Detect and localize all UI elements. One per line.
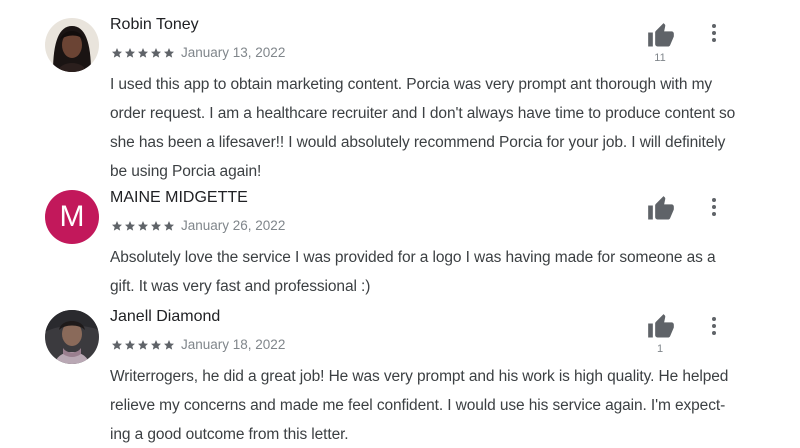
- star-icon: [138, 47, 148, 58]
- review-text-line: she has been a lifesaver!! I would absol…: [110, 134, 726, 151]
- reviewer-name: Robin Toney: [110, 16, 199, 33]
- thumbs-up-icon[interactable]: [647, 313, 675, 341]
- star-icon: [112, 47, 122, 58]
- star-icon: [138, 339, 148, 350]
- review-text-line: ing a good outcome from this letter.: [110, 426, 349, 443]
- review-date: January 18, 2022: [181, 337, 286, 352]
- reviewer-name: MAINE MIDGETTE: [110, 189, 248, 206]
- star-icon: [112, 220, 122, 231]
- star-icon: [164, 220, 174, 231]
- review-date: January 13, 2022: [181, 45, 286, 60]
- review-text: Writerrogers, he did a great job! He was…: [110, 362, 750, 448]
- review-text-line: gift. It was very fast and professional …: [110, 278, 371, 295]
- review-text: I used this app to obtain marketing cont…: [110, 70, 750, 186]
- star-icon: [164, 47, 174, 58]
- avatar[interactable]: [45, 310, 99, 364]
- star-icon: [138, 220, 148, 231]
- star-rating: [111, 47, 175, 59]
- avatar[interactable]: M: [45, 190, 99, 244]
- review-text: Absolutely love the service I was provid…: [110, 243, 750, 301]
- star-icon: [164, 339, 174, 350]
- review-meta: January 26, 2022: [111, 218, 285, 233]
- star-icon: [125, 339, 135, 350]
- review-text-line: Writerrogers, he did a great job! He was…: [110, 368, 729, 385]
- star-rating: [111, 339, 175, 351]
- more-options-icon[interactable]: [705, 196, 723, 218]
- review-date: January 26, 2022: [181, 218, 286, 233]
- star-icon: [112, 339, 122, 350]
- review-text-line: relieve my concerns and made me feel con…: [110, 397, 726, 414]
- review-meta: January 18, 2022: [111, 337, 285, 352]
- avatar[interactable]: [45, 18, 99, 72]
- reviewer-name: Janell Diamond: [110, 308, 221, 325]
- review-text-line: order request. I am a healthcare recruit…: [110, 105, 736, 122]
- review-text-line: I used this app to obtain marketing cont…: [110, 76, 713, 93]
- review-meta: January 13, 2022: [111, 45, 285, 60]
- review-text-line: Absolutely love the service I was provid…: [110, 249, 716, 266]
- more-options-icon[interactable]: [705, 22, 723, 44]
- star-icon: [151, 47, 161, 58]
- more-options-icon[interactable]: [705, 315, 723, 337]
- star-icon: [151, 220, 161, 231]
- helpful-count: 1: [656, 343, 664, 355]
- thumbs-up-icon[interactable]: [647, 22, 675, 50]
- helpful-count: 11: [654, 52, 666, 64]
- thumbs-up-icon[interactable]: [647, 195, 675, 223]
- review-text-line: be using Porcia again!: [110, 163, 262, 180]
- star-icon: [125, 220, 135, 231]
- star-icon: [125, 47, 135, 58]
- star-rating: [111, 220, 175, 232]
- star-icon: [151, 339, 161, 350]
